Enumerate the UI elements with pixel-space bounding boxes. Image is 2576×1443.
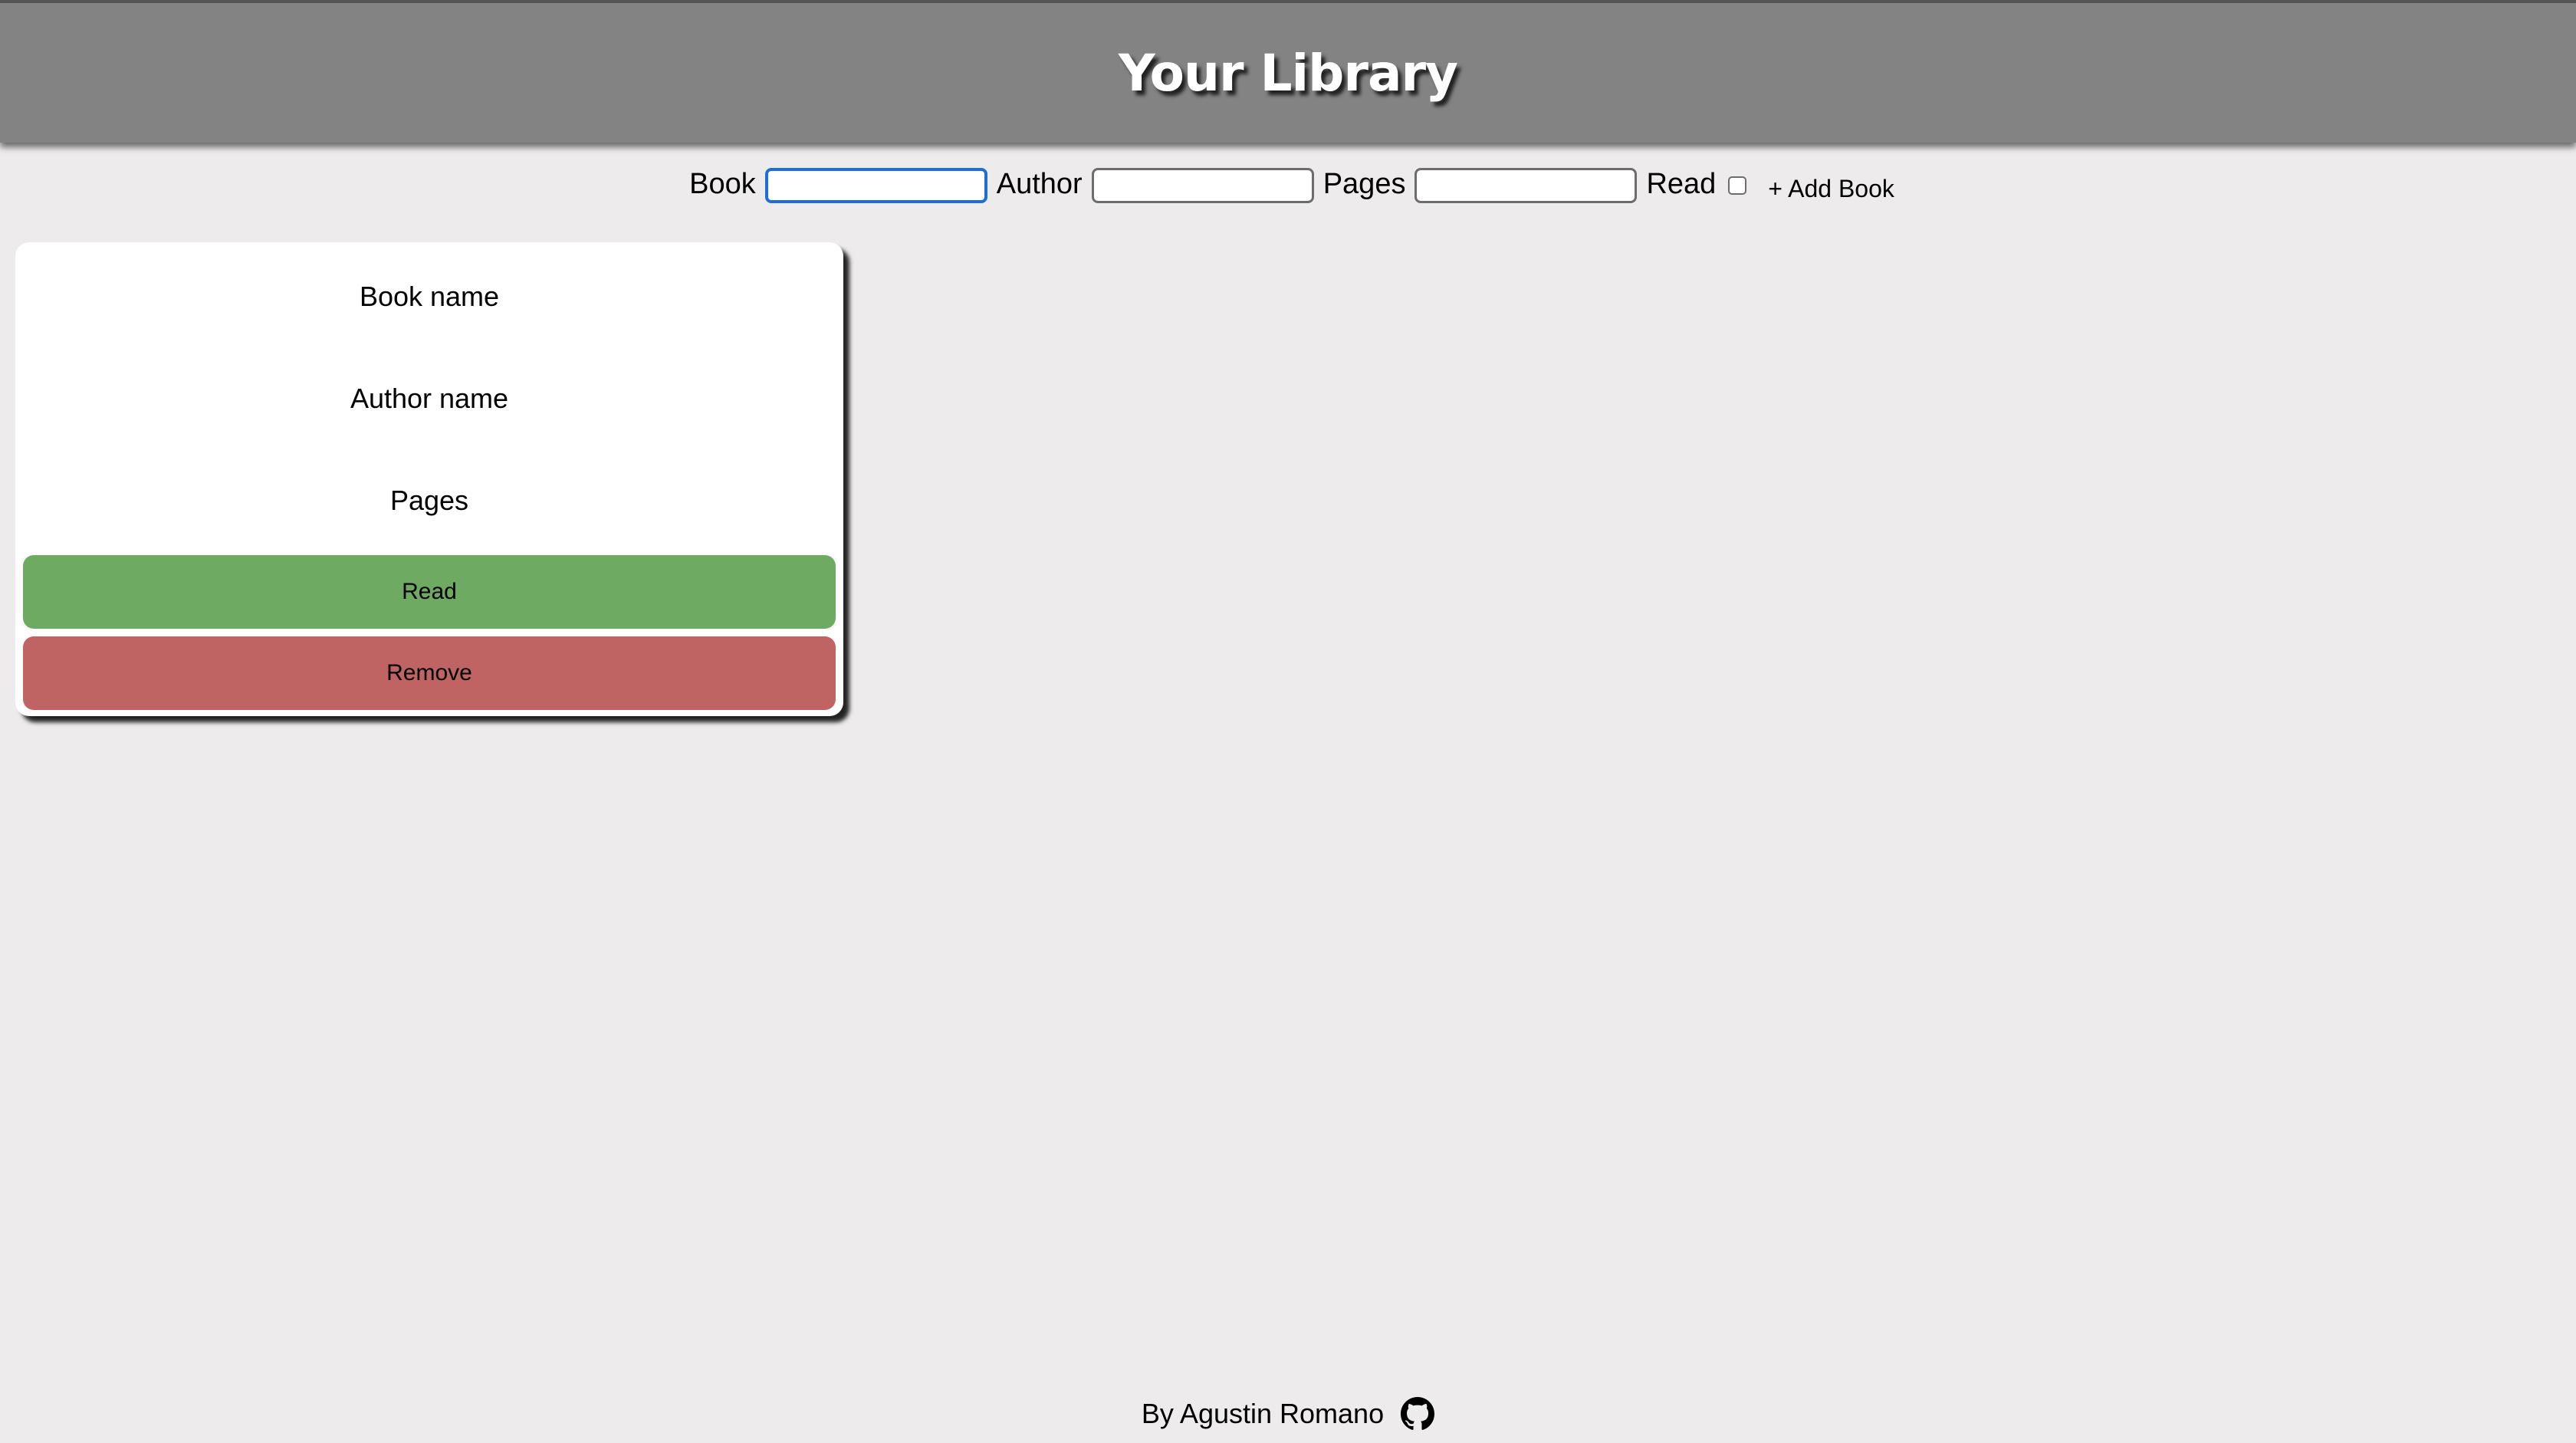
- book-author: Author name: [350, 383, 509, 414]
- read-label: Read: [1646, 167, 1717, 200]
- add-book-button[interactable]: + Add Book: [1768, 175, 1894, 203]
- read-toggle-button[interactable]: Read: [23, 555, 836, 629]
- pages-label: Pages: [1322, 167, 1406, 200]
- pages-input[interactable]: [1414, 168, 1638, 203]
- book-label: Book: [689, 167, 756, 200]
- page-title: Your Library: [1118, 43, 1458, 103]
- book-input[interactable]: [764, 168, 987, 203]
- book-card: Book name Author name Pages Read Remove: [15, 242, 843, 716]
- remove-book-button[interactable]: Remove: [23, 636, 836, 710]
- book-title: Book name: [359, 281, 500, 312]
- add-book-form: Book Author Pages Read + Add Book: [0, 164, 2576, 207]
- author-credit: By Agustin Romano: [1141, 1398, 1385, 1429]
- author-label: Author: [996, 167, 1083, 200]
- app-header: Your Library: [0, 0, 2576, 143]
- book-pages: Pages: [389, 485, 469, 516]
- github-icon[interactable]: [1401, 1397, 1435, 1431]
- read-checkbox[interactable]: [1728, 176, 1747, 195]
- author-input[interactable]: [1091, 168, 1314, 203]
- page-footer: By Agustin Romano: [0, 1395, 2576, 1432]
